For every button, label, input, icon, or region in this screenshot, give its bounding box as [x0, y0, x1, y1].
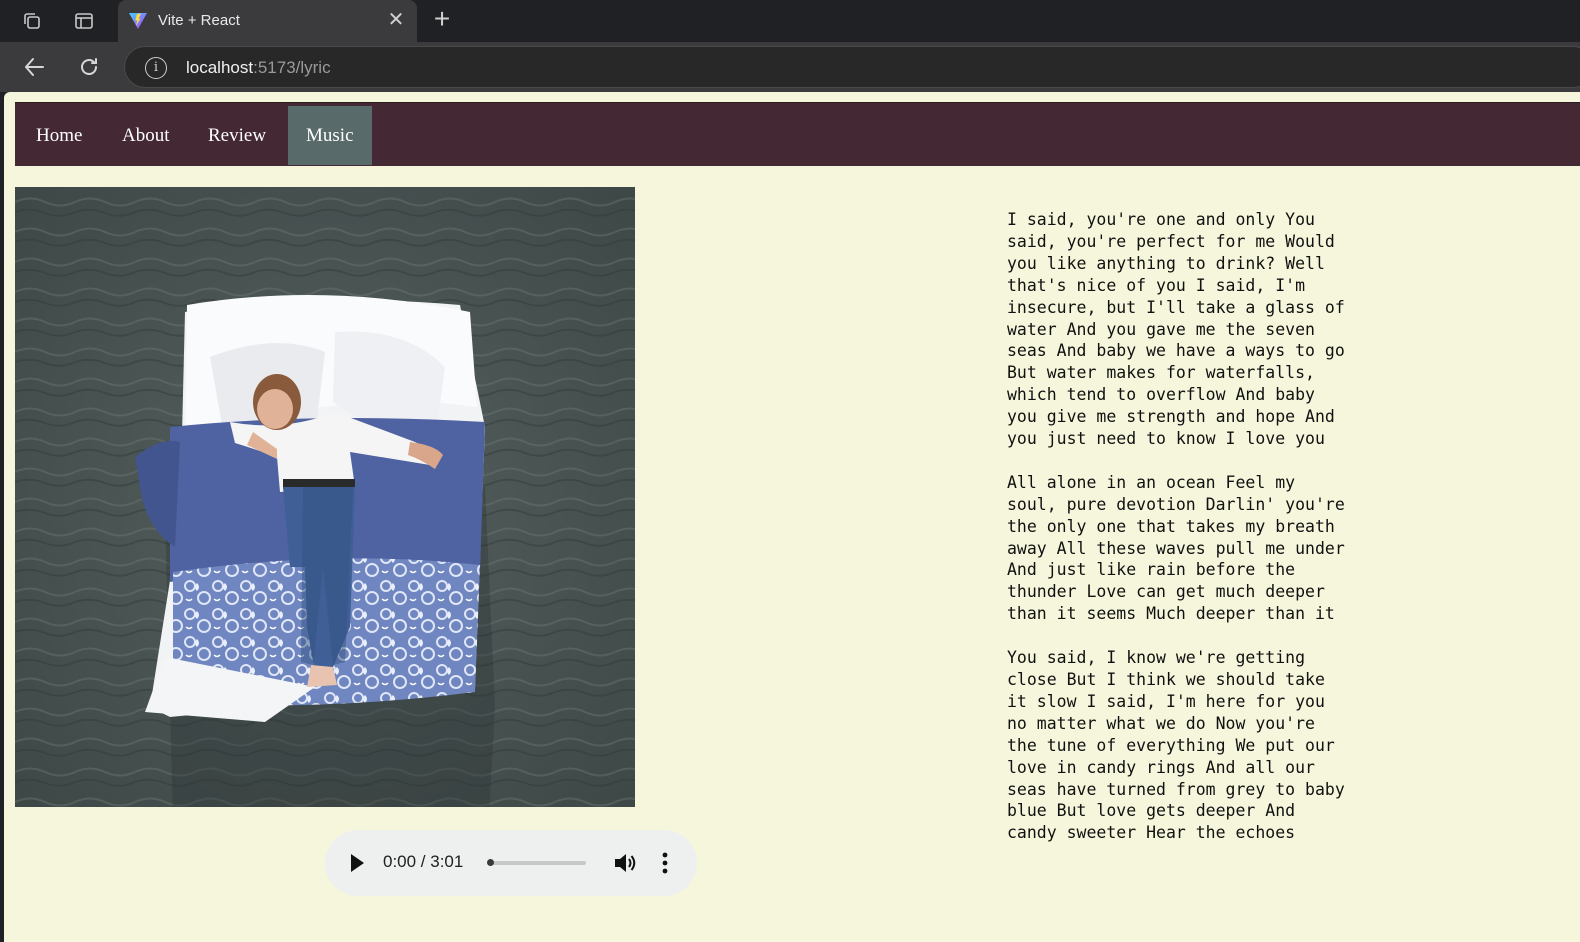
- lyrics-text: I said, you're one and only You said, yo…: [1007, 209, 1347, 866]
- url-path: :5173/lyric: [253, 58, 331, 77]
- tab-title: Vite + React: [158, 12, 240, 29]
- vite-logo-icon: [129, 13, 147, 29]
- browser-tab[interactable]: Vite + React ✕: [118, 0, 417, 42]
- browser-toolbar: i localhost:5173/lyric: [0, 42, 1580, 92]
- more-options-icon[interactable]: [662, 851, 668, 875]
- lyric-stanza: I said, you're one and only You said, yo…: [1007, 210, 1345, 449]
- volume-icon[interactable]: [613, 852, 637, 874]
- seek-slider-thumb[interactable]: [487, 859, 494, 866]
- lyric-stanza: All alone in an ocean Feel my soul, pure…: [1007, 472, 1345, 624]
- url-text[interactable]: localhost:5173/lyric: [186, 58, 331, 78]
- play-icon[interactable]: [349, 853, 365, 873]
- audio-player: 0:00 / 3:01: [325, 830, 697, 896]
- album-cover-image: [15, 187, 635, 807]
- lyric-stanza: You said, I know we're getting close But…: [1007, 648, 1345, 843]
- url-host: localhost: [186, 58, 254, 77]
- close-tab-icon[interactable]: ✕: [386, 9, 406, 31]
- playback-time: 0:00 / 3:01: [383, 852, 464, 871]
- new-tab-button[interactable]: +: [428, 5, 456, 33]
- workspaces-icon[interactable]: [19, 8, 45, 34]
- address-bar[interactable]: i localhost:5173/lyric: [124, 46, 1580, 88]
- nav-home-link[interactable]: Home: [18, 106, 100, 165]
- reload-button[interactable]: [74, 52, 104, 82]
- nav-review-link[interactable]: Review: [190, 106, 284, 165]
- tab-actions-icon[interactable]: [71, 8, 97, 34]
- back-button[interactable]: [19, 52, 49, 82]
- seek-slider[interactable]: [488, 861, 586, 865]
- page-viewport: Home About Review Music 0:00 / 3:01 I sa…: [4, 92, 1580, 942]
- tab-strip: Vite + React ✕ +: [0, 0, 1580, 42]
- site-info-icon[interactable]: i: [145, 57, 167, 79]
- site-navbar: Home About Review Music: [15, 102, 1580, 166]
- nav-music-link[interactable]: Music: [288, 106, 372, 165]
- nav-about-link[interactable]: About: [104, 106, 188, 165]
